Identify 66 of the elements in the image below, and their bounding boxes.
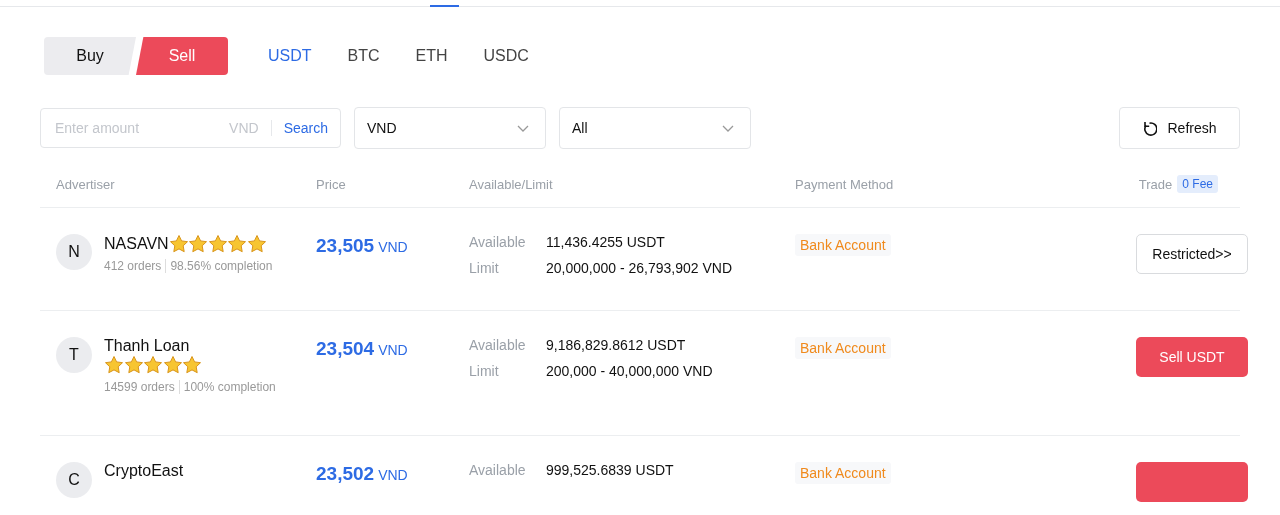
unit-label: VND (229, 120, 272, 136)
payment-tag: Bank Account (795, 337, 891, 359)
advertiser-name: NASAVN (104, 235, 169, 253)
field-value: 11,436.4255 USDT (546, 234, 665, 252)
sell-button[interactable] (1136, 462, 1248, 502)
refresh-button[interactable]: Refresh (1119, 107, 1240, 149)
coin-tab[interactable]: USDT (268, 47, 312, 65)
avatar: C (56, 462, 92, 498)
select-value: VND (367, 120, 397, 136)
star-icon (162, 355, 183, 375)
chevron-icon (517, 124, 529, 132)
sell-tab[interactable]: Sell (136, 37, 228, 75)
coin-tab[interactable]: ETH (415, 47, 448, 65)
column-header: Price (316, 176, 346, 192)
column-header: Payment Method (795, 176, 894, 192)
field-value: 200,000 - 40,000,000 VND (546, 363, 713, 381)
advertiser-name: CryptoEast (104, 462, 184, 480)
price-currency: VND (378, 342, 408, 358)
star-icon (227, 234, 248, 254)
order-count: 14599 orders (104, 380, 180, 394)
select-value: All (572, 120, 588, 136)
star-icon (207, 234, 228, 254)
column-header: Available/Limit (469, 176, 553, 192)
field-value: 999,525.6839 USDT (546, 462, 674, 480)
star-icon (123, 355, 144, 375)
star-icon (168, 234, 189, 254)
tab-indicator (430, 5, 459, 7)
field-value: 9,186,829.8612 USDT (546, 337, 686, 355)
select-field[interactable]: VND (354, 107, 546, 149)
field-label: Limit (469, 363, 500, 381)
amount-field[interactable]: Enter amount VND Search (40, 108, 341, 148)
price-value: 23,505 (316, 235, 375, 257)
refresh-icon (1142, 120, 1158, 136)
column-header: Advertiser (56, 176, 115, 192)
field-value: 20,000,000 - 26,793,902 VND (546, 260, 733, 278)
avatar: T (56, 337, 92, 373)
field-label: Available (469, 337, 527, 355)
advertiser-name: Thanh Loan (104, 337, 190, 355)
coin-tab[interactable]: BTC (347, 47, 380, 65)
price-value: 23,504 (316, 338, 375, 360)
star-icon (182, 355, 202, 375)
price-currency: VND (378, 239, 408, 255)
buy-tab[interactable]: Buy (44, 37, 136, 75)
star-icon (143, 355, 163, 375)
order-count: 412 orders (104, 259, 167, 273)
price-currency: VND (378, 467, 408, 483)
field-label: Available (469, 234, 527, 252)
fee-badge: 0 Fee (1177, 175, 1218, 193)
star-icon (188, 234, 209, 254)
search-button[interactable]: Search (271, 120, 328, 136)
field-label: Limit (469, 260, 500, 278)
price-value: 23,502 (316, 463, 375, 485)
completion-rate: 100% completion (183, 380, 276, 394)
avatar: N (56, 234, 92, 270)
star-icon (246, 234, 267, 254)
field-label: Available (469, 462, 527, 480)
star-icon (104, 355, 124, 375)
restricted-button[interactable]: Restricted>> (1136, 234, 1248, 274)
coin-tab[interactable]: USDC (483, 47, 529, 65)
chevron-icon (722, 124, 734, 132)
payment-tag: Bank Account (795, 234, 891, 256)
sell-button[interactable]: Sell USDT (1136, 337, 1248, 377)
column-header: Trade (1138, 176, 1173, 192)
completion-rate: 98.56% completion (170, 259, 273, 273)
payment-tag: Bank Account (795, 462, 891, 484)
select-field[interactable]: All (559, 107, 751, 149)
